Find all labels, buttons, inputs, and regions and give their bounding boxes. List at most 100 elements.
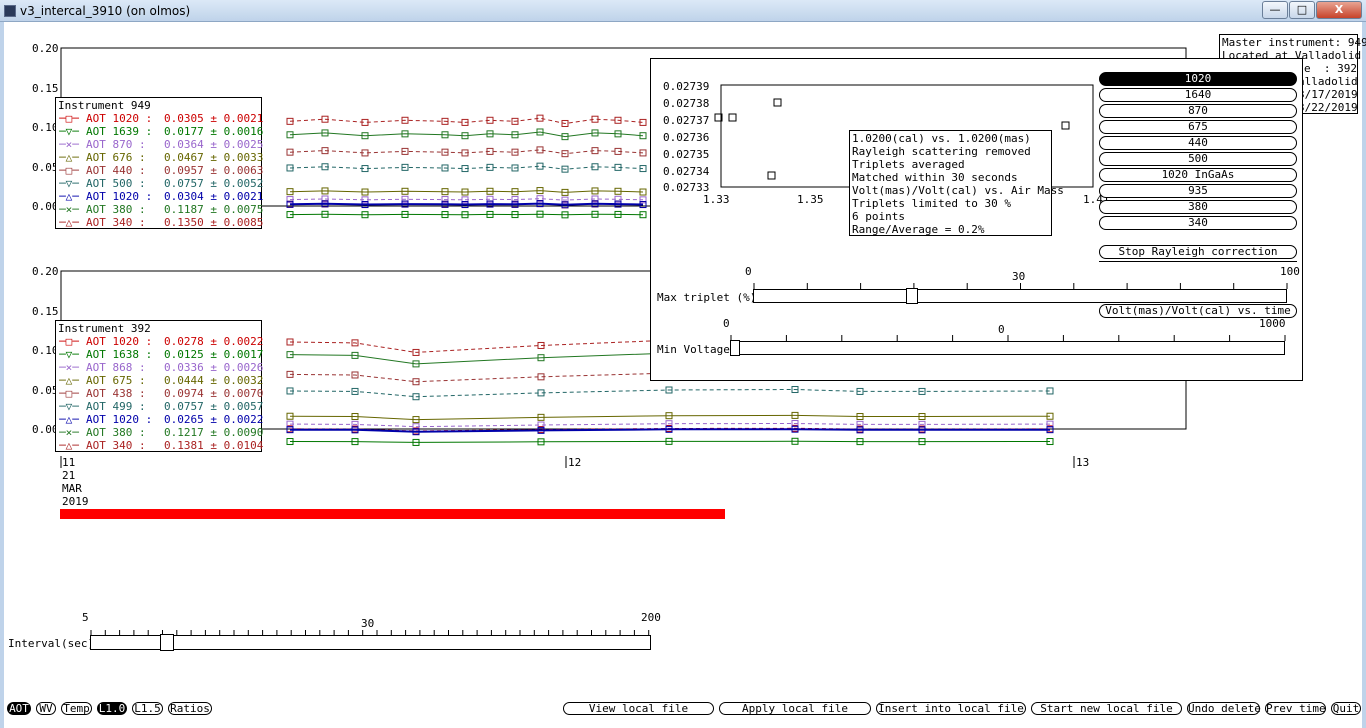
button-divider: [1099, 261, 1297, 263]
apply-local-file-button[interactable]: Apply local file: [719, 702, 871, 715]
series-line: [289, 165, 644, 170]
legend-label: AOT 340 :: [86, 439, 146, 452]
legend-entry: ─□─ AOT 440 : 0.0957 ± 0.0063: [56, 164, 263, 177]
channel-button-870[interactable]: 870: [1099, 104, 1297, 118]
ratios-toggle[interactable]: Ratios: [168, 702, 212, 715]
legend-marker-icon: ─△─: [59, 413, 79, 426]
cal-instrument-line: e : 392: [1304, 62, 1357, 75]
ratio-panel: 0.02739 0.02738 0.02737 0.02736 0.02735 …: [650, 58, 1303, 381]
prev-time-button[interactable]: Prev time: [1265, 702, 1326, 715]
maximize-button[interactable]: □: [1289, 1, 1315, 19]
bottom-legend-title: Instrument 392: [58, 322, 151, 335]
info-line: Matched within 30 seconds: [852, 171, 1018, 184]
legend-label: AOT 500 :: [86, 177, 146, 190]
legend-marker-icon: ─△─: [59, 190, 79, 203]
volt-vs-time-button[interactable]: Volt(mas)/Volt(cal) vs. time: [1099, 304, 1297, 318]
ratio-point: [767, 171, 776, 180]
legend-value: 0.0364 ± 0.0025: [164, 138, 264, 151]
legend-value: 0.1187 ± 0.0075: [164, 203, 264, 216]
view-local-file-button[interactable]: View local file: [563, 702, 714, 715]
legend-entry: ─×─ AOT 380 : 0.1217 ± 0.0090: [56, 426, 264, 439]
day-label-13: 13: [1076, 456, 1090, 469]
legend-label: AOT 438 :: [86, 387, 146, 400]
info-line: 1.0200(cal) vs. 1.0200(mas): [852, 132, 1031, 145]
channel-button-1020-ingaas[interactable]: 1020 InGaAs: [1099, 168, 1297, 182]
legend-marker-icon: ─▽─: [59, 400, 79, 413]
legend-marker-icon: ─△─: [59, 439, 79, 452]
l10-toggle[interactable]: L1.0: [97, 702, 127, 715]
legend-entry: ─▽─ AOT 499 : 0.0757 ± 0.0057: [56, 400, 264, 413]
end-date-line: 3/22/2019: [1298, 101, 1358, 114]
interval-thumb[interactable]: [160, 634, 174, 651]
temp-toggle[interactable]: Temp: [61, 702, 92, 715]
info-line: Triplets limited to 30 %: [852, 197, 1011, 210]
legend-marker-icon: ─×─: [59, 426, 79, 439]
stop-rayleigh-button[interactable]: Stop Rayleigh correction: [1099, 245, 1297, 259]
channel-button-675[interactable]: 675: [1099, 120, 1297, 134]
min-voltage-max: 1000: [1259, 317, 1286, 330]
legend-label: AOT 1020 :: [86, 413, 153, 426]
legend-label: AOT 380 :: [86, 426, 146, 439]
minimize-button[interactable]: —: [1262, 1, 1288, 19]
max-triplet-slider[interactable]: [753, 288, 1287, 304]
window-titlebar: v3_intercal_3910 (on olmos) — □ X: [0, 0, 1366, 22]
legend-marker-icon: ─△─: [59, 374, 79, 387]
min-voltage-thumb[interactable]: [730, 340, 740, 356]
legend-value: 0.1381 ± 0.0104: [164, 439, 264, 452]
wv-toggle[interactable]: WV: [36, 702, 56, 715]
legend-label: AOT 380 :: [86, 203, 146, 216]
interval-slider[interactable]: [90, 634, 651, 651]
info-line: Range/Average = 0.2%: [852, 223, 985, 236]
date-year: 2019: [62, 495, 89, 508]
legend-marker-icon: ─□─: [59, 112, 79, 125]
channel-button-1020[interactable]: 1020: [1099, 72, 1297, 86]
legend-marker-icon: ─×─: [59, 361, 79, 374]
legend-value: 0.0278 ± 0.0022: [164, 335, 264, 348]
channel-button-500[interactable]: 500: [1099, 152, 1297, 166]
legend-entry: ─▽─ AOT 1638 : 0.0125 ± 0.0017: [56, 348, 263, 361]
series-line: [289, 202, 644, 206]
channel-button-935[interactable]: 935: [1099, 184, 1297, 198]
master-instrument-line: Master instrument: 949: [1222, 36, 1366, 49]
min-voltage-slider[interactable]: [730, 340, 1285, 356]
ratio-ytick: 0.02735: [663, 148, 710, 161]
l15-toggle[interactable]: L1.5: [132, 702, 163, 715]
ratio-point: [773, 98, 782, 107]
max-triplet-mid: 30: [1012, 270, 1026, 283]
channel-button-1640[interactable]: 1640: [1099, 88, 1297, 102]
info-line: Triplets averaged: [852, 158, 965, 171]
legend-marker-icon: ─▽─: [59, 125, 79, 138]
legend-entry: ─×─ AOT 870 : 0.0364 ± 0.0025: [56, 138, 264, 151]
start-new-local-file-button[interactable]: Start new local file: [1031, 702, 1182, 715]
date-day: 21: [62, 469, 76, 482]
channel-button-440[interactable]: 440: [1099, 136, 1297, 150]
max-triplet-thumb[interactable]: [906, 288, 918, 304]
legend-entry: ─×─ AOT 380 : 0.1187 ± 0.0075: [56, 203, 264, 216]
interval-label: Interval(sec): [8, 637, 95, 650]
quit-button[interactable]: Quit: [1331, 702, 1361, 715]
ratio-ytick: 0.02736: [663, 131, 710, 144]
legend-entry: ─△─ AOT 1020 : 0.0304 ± 0.0021: [56, 190, 263, 203]
time-range-bar[interactable]: [60, 509, 725, 519]
close-button[interactable]: X: [1316, 1, 1362, 19]
series-line: [289, 198, 644, 201]
legend-marker-icon: ─×─: [59, 138, 79, 151]
max-triplet-max: 100: [1280, 265, 1300, 278]
channel-button-380[interactable]: 380: [1099, 200, 1297, 214]
ratio-ytick: 0.02737: [663, 114, 710, 127]
legend-label: AOT 675 :: [86, 374, 146, 387]
undo-delete-button[interactable]: Undo delete: [1187, 702, 1261, 715]
legend-value: 0.0757 ± 0.0057: [164, 400, 264, 413]
max-triplet-label: Max triplet (%): [657, 291, 757, 304]
legend-marker-icon: ─□─: [59, 335, 79, 348]
aot-toggle[interactable]: AOT: [7, 702, 31, 715]
ratio-ytick: 0.02738: [663, 97, 710, 110]
legend-value: 0.1217 ± 0.0090: [164, 426, 264, 439]
legend-entry: ─△─ AOT 675 : 0.0444 ± 0.0032: [56, 374, 263, 387]
legend-value: 0.0974 ± 0.0070: [164, 387, 264, 400]
top-ytick: 0.20: [32, 42, 59, 55]
legend-entry: ─□─ AOT 1020 : 0.0305 ± 0.0021: [56, 112, 263, 125]
insert-into-local-file-button[interactable]: Insert into local file: [876, 702, 1026, 715]
channel-button-340[interactable]: 340: [1099, 216, 1297, 230]
legend-label: AOT 440 :: [86, 164, 146, 177]
